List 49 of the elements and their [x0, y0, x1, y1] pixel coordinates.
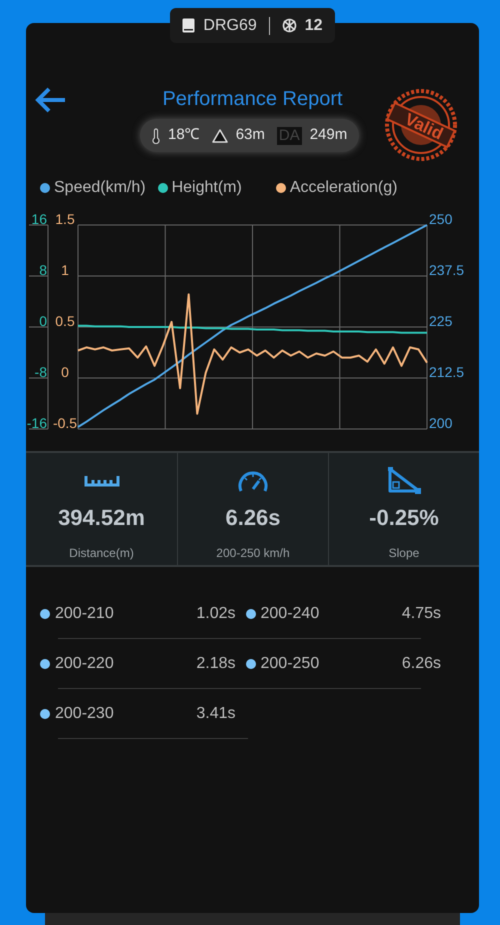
slope-icon	[387, 467, 421, 495]
satellite-icon	[282, 18, 297, 33]
mountain-icon	[212, 128, 228, 142]
axis-tick-label: 225	[429, 313, 452, 329]
satellite-count: 12	[304, 16, 323, 36]
device-icon	[182, 18, 196, 33]
split-range: 200-210	[55, 604, 114, 624]
axis-tick-label: 250	[429, 211, 452, 227]
split-time: 3.41s	[196, 704, 236, 724]
axis-tick-label: 200	[429, 415, 452, 431]
temperature-value: 18℃	[168, 125, 200, 146]
speedometer-icon	[237, 469, 269, 493]
split-time: 4.75s	[402, 604, 441, 624]
legend-label: Acceleration(g)	[290, 178, 398, 198]
stat-label: Distance(m)	[69, 545, 134, 562]
altitude-value: 63m	[236, 125, 265, 146]
axis-tick-label: 0	[39, 313, 47, 329]
axis-tick-label: -8	[34, 364, 47, 380]
legend-label: Height(m)	[172, 178, 242, 198]
axis-tick-label: 1	[61, 262, 69, 278]
back-button[interactable]	[34, 85, 68, 115]
axis-tick-label: 16	[31, 211, 47, 227]
axis-tick-label: 212.5	[429, 364, 464, 380]
axis-tick-label: -16	[26, 415, 47, 431]
axis-tick-label: 237.5	[429, 262, 464, 278]
split-range: 200-240	[260, 604, 320, 624]
thermometer-icon	[152, 128, 160, 144]
axis-tick-label: 1.5	[55, 211, 75, 227]
split-time: 1.02s	[196, 604, 236, 624]
axis-tick-label: 8	[39, 262, 47, 278]
stat-value: 6.26s	[225, 504, 281, 532]
legend-label: Speed(km/h)	[54, 178, 146, 198]
split-time: 6.26s	[402, 654, 441, 674]
axis-tick-label: 0.5	[55, 313, 75, 329]
split-time: 2.18s	[196, 654, 236, 674]
device-name: DRG69	[203, 16, 257, 36]
stat-label: 200-250 km/h	[216, 545, 290, 562]
stat-value: 394.52m	[58, 504, 145, 532]
stat-value: -0.25%	[369, 504, 439, 532]
ruler-icon	[84, 474, 120, 488]
density-altitude-value: 249m	[310, 125, 348, 146]
stat-label: Slope	[388, 545, 420, 562]
split-range: 200-230	[55, 704, 114, 724]
axis-tick-label: -0.5	[52, 415, 78, 431]
split-range: 200-250	[260, 654, 320, 674]
split-range: 200-220	[55, 654, 114, 674]
page-title: Performance Report	[161, 87, 344, 112]
stamp-label: Valid	[400, 108, 447, 146]
axis-tick-label: 0	[61, 364, 69, 380]
